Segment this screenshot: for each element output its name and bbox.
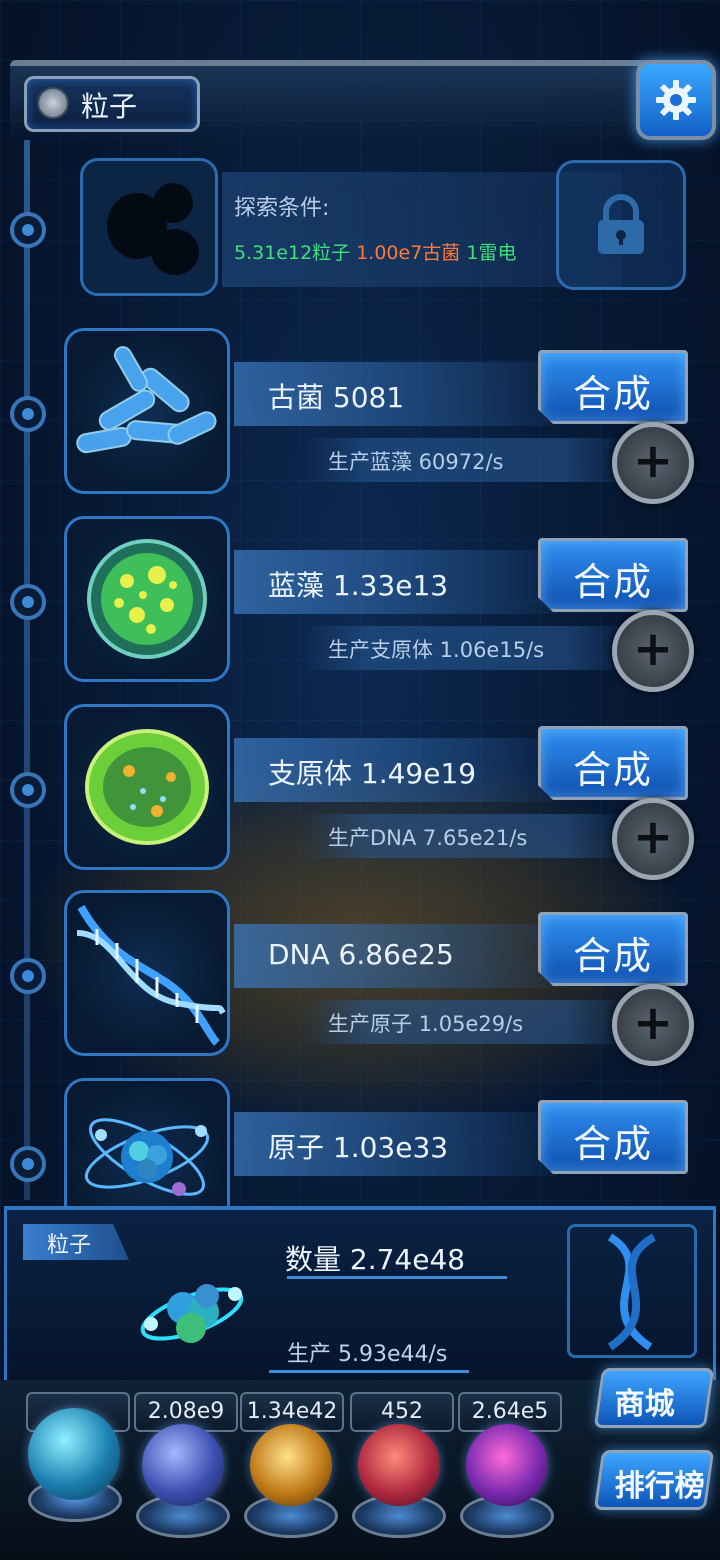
synthesize-label: 合成 xyxy=(573,372,654,416)
production-text: 生产DNA 7.65e21/s xyxy=(328,826,528,850)
synthesize-label: 合成 xyxy=(573,934,654,978)
particle-production: 生产 5.93e44/s xyxy=(287,1342,448,1367)
add-button[interactable]: + xyxy=(612,422,694,504)
brain-orb-icon xyxy=(358,1424,440,1506)
plus-icon: + xyxy=(632,995,674,1051)
add-button[interactable]: + xyxy=(612,798,694,880)
synthesize-label: 合成 xyxy=(573,1122,654,1166)
item-row-cyanobacteria: 蓝藻 1.33e13 合成 生产支原体 1.06e15/s + xyxy=(62,516,702,692)
settings-button[interactable] xyxy=(636,60,716,140)
requirement-lightning: 1雷电 xyxy=(466,242,517,264)
synthesize-button[interactable]: 合成 xyxy=(538,912,688,986)
production-bar: 生产蓝藻 60972/s xyxy=(302,438,632,482)
production-bar: 生产DNA 7.65e21/s xyxy=(302,814,632,858)
production-text: 生产原子 1.05e29/s xyxy=(328,1012,524,1036)
panel-tag-label: 粒子 xyxy=(47,1233,92,1258)
synthesize-button[interactable]: 合成 xyxy=(538,1100,688,1174)
bacteria-icon xyxy=(64,328,230,494)
explore-requirements: 5.31e12粒子 1.00e7古菌 1雷电 xyxy=(234,238,516,265)
synthesize-button[interactable]: 合成 xyxy=(538,726,688,800)
production-bar: 生产原子 1.05e29/s xyxy=(302,1000,632,1044)
item-name: DNA 6.86e25 xyxy=(268,938,454,971)
item-name: 蓝藻 1.33e13 xyxy=(268,569,449,602)
synthesize-button[interactable]: 合成 xyxy=(538,350,688,424)
vortex-orb-icon xyxy=(466,1424,548,1506)
locked-item-silhouette xyxy=(80,158,218,296)
production-text: 生产支原体 1.06e15/s xyxy=(328,638,545,662)
item-name: 支原体 1.49e19 xyxy=(268,757,477,790)
explore-panel: 探索条件: 5.31e12粒子 1.00e7古菌 1雷电 xyxy=(80,158,690,298)
shop-button[interactable]: 商城 xyxy=(593,1368,715,1428)
particle-orb-icon xyxy=(28,1408,120,1500)
item-name: 古菌 5081 xyxy=(268,381,405,414)
production-underline xyxy=(269,1370,469,1373)
lightning-orb-button[interactable] xyxy=(128,1424,238,1554)
item-row-dna: DNA 6.86e25 合成 生产原子 1.05e29/s + xyxy=(62,890,702,1066)
mycoplasma-icon xyxy=(64,704,230,870)
cyanobacteria-icon xyxy=(64,516,230,682)
ranking-button[interactable]: 排行榜 xyxy=(593,1450,715,1510)
production-text: 生产蓝藻 60972/s xyxy=(328,450,504,474)
rail-node xyxy=(10,772,46,808)
item-name-bar: 古菌 5081 xyxy=(234,362,554,426)
lock-icon xyxy=(598,194,644,254)
title-box: 粒子 xyxy=(24,76,200,132)
screw-icon xyxy=(37,87,69,119)
item-name: 原子 1.03e33 xyxy=(268,1131,449,1164)
galaxy-orb-icon xyxy=(250,1424,332,1506)
item-row-mycoplasma: 支原体 1.49e19 合成 生产DNA 7.65e21/s + xyxy=(62,704,702,880)
page-title: 粒子 xyxy=(81,90,138,123)
explore-label: 探索条件: xyxy=(234,196,330,221)
gear-icon xyxy=(656,80,696,120)
rail-node xyxy=(10,396,46,432)
rail-lock-node xyxy=(10,212,46,248)
rail-node xyxy=(10,1146,46,1182)
quantity-underline xyxy=(287,1276,507,1279)
requirement-particles: 5.31e12粒子 xyxy=(234,242,351,264)
lightning-orb-icon xyxy=(142,1424,224,1506)
ranking-label: 排行榜 xyxy=(614,1469,705,1504)
add-button[interactable]: + xyxy=(612,610,694,692)
brain-orb-button[interactable] xyxy=(344,1424,454,1554)
production-bar: 生产支原体 1.06e15/s xyxy=(302,626,632,670)
bottom-bar: 2.08e9 1.34e42 452 2.64e5 商城 排行榜 xyxy=(0,1368,720,1560)
item-name-bar: 支原体 1.49e19 xyxy=(234,738,554,802)
plus-icon: + xyxy=(632,433,674,489)
panel-tag: 粒子 xyxy=(23,1224,129,1260)
requirement-archaea: 1.00e7古菌 xyxy=(356,242,461,264)
synthesize-label: 合成 xyxy=(573,560,654,604)
top-bar: 粒子 xyxy=(10,50,716,144)
item-name-bar: 蓝藻 1.33e13 xyxy=(234,550,554,614)
side-rail xyxy=(24,140,30,1200)
particle-cluster-icon xyxy=(140,1284,244,1343)
item-name-bar: DNA 6.86e25 xyxy=(234,924,554,988)
dna-icon xyxy=(64,890,230,1056)
synthesize-button[interactable]: 合成 xyxy=(538,538,688,612)
dna-decoration-icon xyxy=(567,1224,697,1358)
rail-node xyxy=(10,584,46,620)
synthesize-label: 合成 xyxy=(573,748,654,792)
add-button[interactable]: + xyxy=(612,984,694,1066)
vortex-orb-button[interactable] xyxy=(452,1424,562,1554)
item-row-archaea: 古菌 5081 合成 生产蓝藻 60972/s + xyxy=(62,328,702,504)
explore-lock-button[interactable] xyxy=(556,160,686,290)
plus-icon: + xyxy=(632,809,674,865)
galaxy-orb-button[interactable] xyxy=(236,1424,346,1554)
rail-node xyxy=(10,958,46,994)
particle-orb-button[interactable] xyxy=(20,1408,130,1538)
item-name-bar: 原子 1.03e33 xyxy=(234,1112,554,1176)
shop-label: 商城 xyxy=(614,1387,675,1422)
particle-quantity: 数量 2.74e48 xyxy=(285,1243,466,1276)
particle-panel: 粒子 数量 2.74e48 生产 5.93e44/s xyxy=(4,1206,716,1386)
plus-icon: + xyxy=(632,621,674,677)
